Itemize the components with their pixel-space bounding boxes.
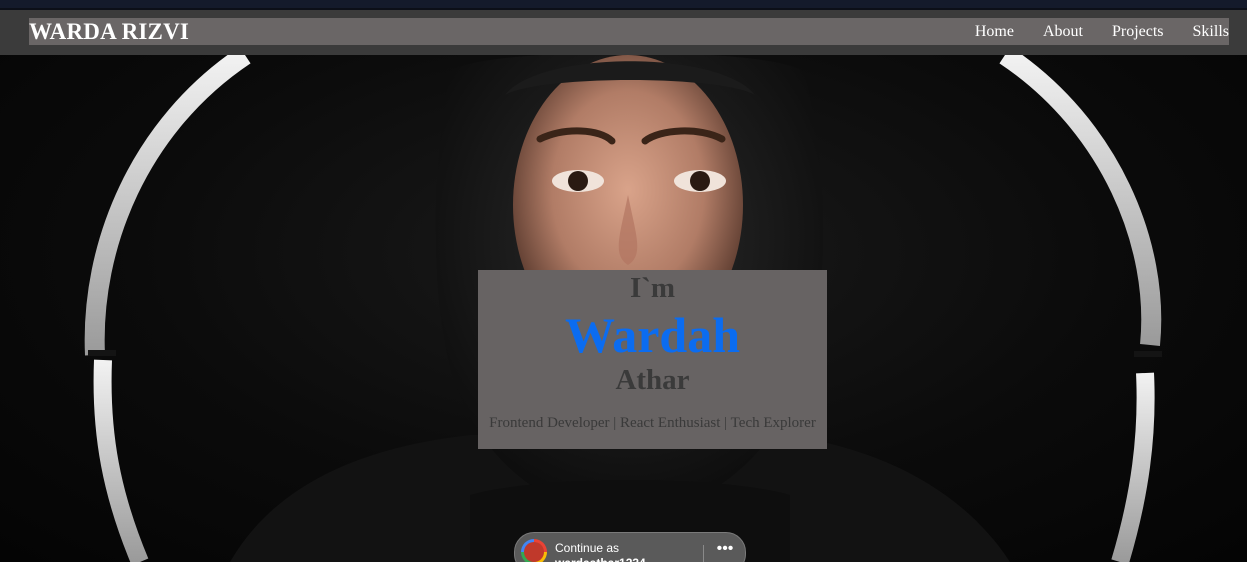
hero-tagline: Frontend Developer | React Enthusiast | … — [489, 415, 816, 431]
continue-as-label: Continue as — [555, 541, 620, 555]
nav-link-home[interactable]: Home — [975, 23, 1014, 41]
top-strip — [0, 0, 1247, 10]
account-name: wardaathar1234 — [555, 556, 646, 562]
nav-links: Home About Projects Skills — [975, 23, 1229, 41]
page: WARDA RIZVI Home About Projects Skills I… — [0, 0, 1247, 562]
nav-link-projects[interactable]: Projects — [1112, 23, 1164, 41]
continue-as-account-chip[interactable]: Continue as wardaathar1234 ••• — [514, 532, 746, 562]
hero-last-name: Athar — [615, 364, 690, 396]
hero-greeting: I`m — [629, 272, 676, 304]
hero-intro-card: I`m Wardah Athar Frontend Developer | Re… — [478, 270, 827, 449]
account-avatar — [521, 539, 547, 562]
chip-divider — [703, 545, 704, 562]
nav-link-about[interactable]: About — [1043, 23, 1083, 41]
nav-link-skills[interactable]: Skills — [1193, 23, 1229, 41]
hero-first-name: Wardah — [564, 307, 741, 363]
navbar: WARDA RIZVI Home About Projects Skills — [29, 18, 1229, 45]
brand-logo[interactable]: WARDA RIZVI — [29, 19, 189, 45]
more-horizontal-icon[interactable]: ••• — [713, 540, 737, 562]
